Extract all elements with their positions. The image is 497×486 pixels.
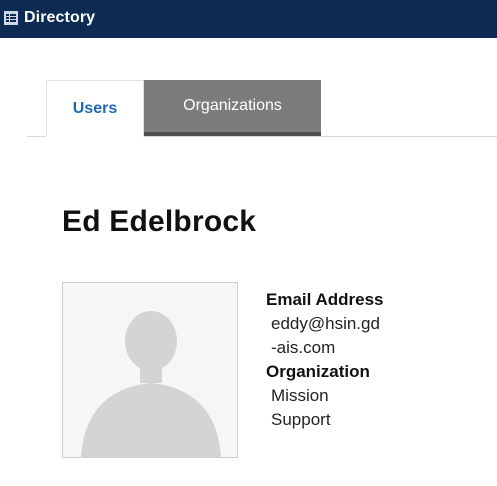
tab-users-label: Users: [72, 99, 118, 117]
tab-organizations-label: Organizations: [183, 97, 282, 114]
email-address-value-line2: -ais.com: [271, 338, 336, 357]
app-titlebar: Directory: [0, 0, 497, 38]
default-person-silhouette-icon: [81, 311, 221, 457]
avatar: [62, 282, 238, 458]
email-address-label: Email Address: [266, 290, 384, 309]
tab-users[interactable]: Users: [46, 80, 144, 137]
app-title: Directory: [24, 9, 96, 26]
tab-bar: Users Organizations: [27, 80, 497, 137]
organization-value-line1: Mission: [271, 386, 329, 405]
tab-organizations[interactable]: Organizations: [144, 80, 321, 136]
user-details: Email Address eddy@hsin.gd -ais.com Orga…: [266, 288, 491, 432]
organization-value-line2: Support: [271, 410, 331, 429]
organization-label: Organization: [266, 362, 370, 381]
directory-list-icon: [4, 11, 18, 25]
user-name-heading: Ed Edelbrock: [62, 205, 257, 238]
email-address-value-line1: eddy@hsin.gd: [271, 314, 380, 333]
